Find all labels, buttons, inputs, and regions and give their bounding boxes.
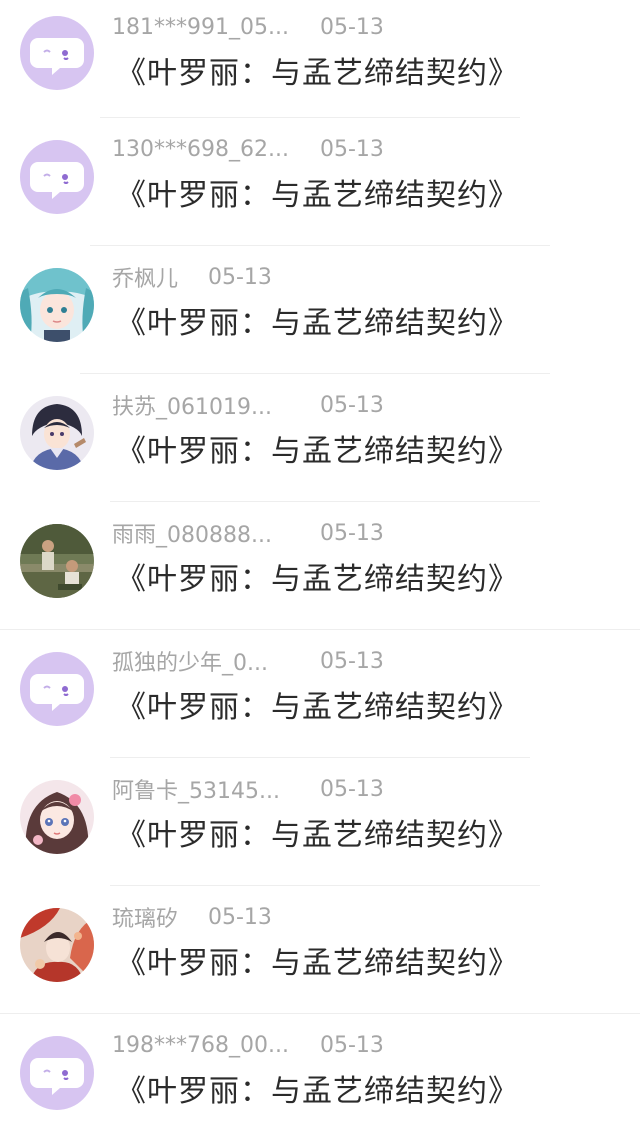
comment-title[interactable]: 《叶罗丽：与孟艺缔结契约》	[116, 682, 519, 726]
comment-meta: 乔枫儿 05-13	[112, 260, 272, 294]
comment-list: 181***991_05... 05-13 《叶罗丽：与孟艺缔结契约》 130*…	[0, 0, 640, 1143]
anime-pink-girl-avatar-icon[interactable]	[20, 780, 94, 854]
comment-date: 05-13	[320, 648, 384, 674]
list-item[interactable]: 130***698_62... 05-13 《叶罗丽：与孟艺缔结契约》	[0, 118, 640, 246]
list-item[interactable]: 琉璃矽 05-13 《叶罗丽：与孟艺缔结契约》	[0, 886, 640, 1014]
user-name[interactable]: 琉璃矽	[112, 901, 208, 933]
comment-meta: 198***768_00... 05-13	[112, 1028, 384, 1062]
default-chat-avatar-icon[interactable]	[20, 16, 94, 90]
comment-date: 05-13	[320, 776, 384, 802]
comment-date: 05-13	[320, 136, 384, 162]
comment-meta: 琉璃矽 05-13	[112, 900, 272, 934]
user-name[interactable]: 198***768_00...	[112, 1033, 320, 1058]
user-name[interactable]: 130***698_62...	[112, 137, 320, 162]
list-item[interactable]: 乔枫儿 05-13 《叶罗丽：与孟艺缔结契约》	[0, 246, 640, 374]
comment-date: 05-13	[208, 904, 272, 930]
user-name[interactable]: 乔枫儿	[112, 261, 208, 293]
comment-date: 05-13	[320, 520, 384, 546]
comment-meta: 孤独的少年_0... 05-13	[112, 644, 384, 678]
comment-title[interactable]: 《叶罗丽：与孟艺缔结契约》	[116, 938, 519, 982]
comment-date: 05-13	[208, 264, 272, 290]
comment-meta: 扶苏_061019... 05-13	[112, 388, 384, 422]
comment-title[interactable]: 《叶罗丽：与孟艺缔结契约》	[116, 298, 519, 342]
list-item[interactable]: 阿鲁卡_53145... 05-13 《叶罗丽：与孟艺缔结契约》	[0, 758, 640, 886]
user-name[interactable]: 181***991_05...	[112, 15, 320, 40]
comment-title[interactable]: 《叶罗丽：与孟艺缔结契约》	[116, 170, 519, 214]
anime-teal-hair-avatar-icon[interactable]	[20, 268, 94, 342]
default-chat-avatar-icon[interactable]	[20, 1036, 94, 1110]
comment-title[interactable]: 《叶罗丽：与孟艺缔结契约》	[116, 426, 519, 470]
default-chat-avatar-icon[interactable]	[20, 652, 94, 726]
list-item[interactable]: 扶苏_061019... 05-13 《叶罗丽：与孟艺缔结契约》	[0, 374, 640, 502]
comment-meta: 181***991_05... 05-13	[112, 10, 384, 44]
comment-date: 05-13	[320, 392, 384, 418]
default-chat-avatar-icon[interactable]	[20, 140, 94, 214]
user-name[interactable]: 孤独的少年_0...	[112, 645, 320, 677]
list-item[interactable]: 雨雨_080888... 05-13 《叶罗丽：与孟艺缔结契约》	[0, 502, 640, 630]
comment-title[interactable]: 《叶罗丽：与孟艺缔结契约》	[116, 554, 519, 598]
comment-title[interactable]: 《叶罗丽：与孟艺缔结契约》	[116, 48, 519, 92]
comment-meta: 雨雨_080888... 05-13	[112, 516, 384, 550]
user-name[interactable]: 扶苏_061019...	[112, 389, 320, 421]
list-item[interactable]: 孤独的少年_0... 05-13 《叶罗丽：与孟艺缔结契约》	[0, 630, 640, 758]
comment-meta: 阿鲁卡_53145... 05-13	[112, 772, 384, 806]
list-item[interactable]: 181***991_05... 05-13 《叶罗丽：与孟艺缔结契约》	[0, 0, 640, 118]
comment-date: 05-13	[320, 1032, 384, 1058]
photo-outdoor-avatar-icon[interactable]	[20, 524, 94, 598]
user-name[interactable]: 雨雨_080888...	[112, 517, 320, 549]
list-item[interactable]: 198***768_00... 05-13 《叶罗丽：与孟艺缔结契约》	[0, 1014, 640, 1144]
anime-red-art-avatar-icon[interactable]	[20, 908, 94, 982]
comment-title[interactable]: 《叶罗丽：与孟艺缔结契约》	[116, 1066, 519, 1110]
comment-meta: 130***698_62... 05-13	[112, 132, 384, 166]
user-name[interactable]: 阿鲁卡_53145...	[112, 773, 320, 805]
comment-title[interactable]: 《叶罗丽：与孟艺缔结契约》	[116, 810, 519, 854]
anime-dark-hair-avatar-icon[interactable]	[20, 396, 94, 470]
comment-date: 05-13	[320, 14, 384, 40]
